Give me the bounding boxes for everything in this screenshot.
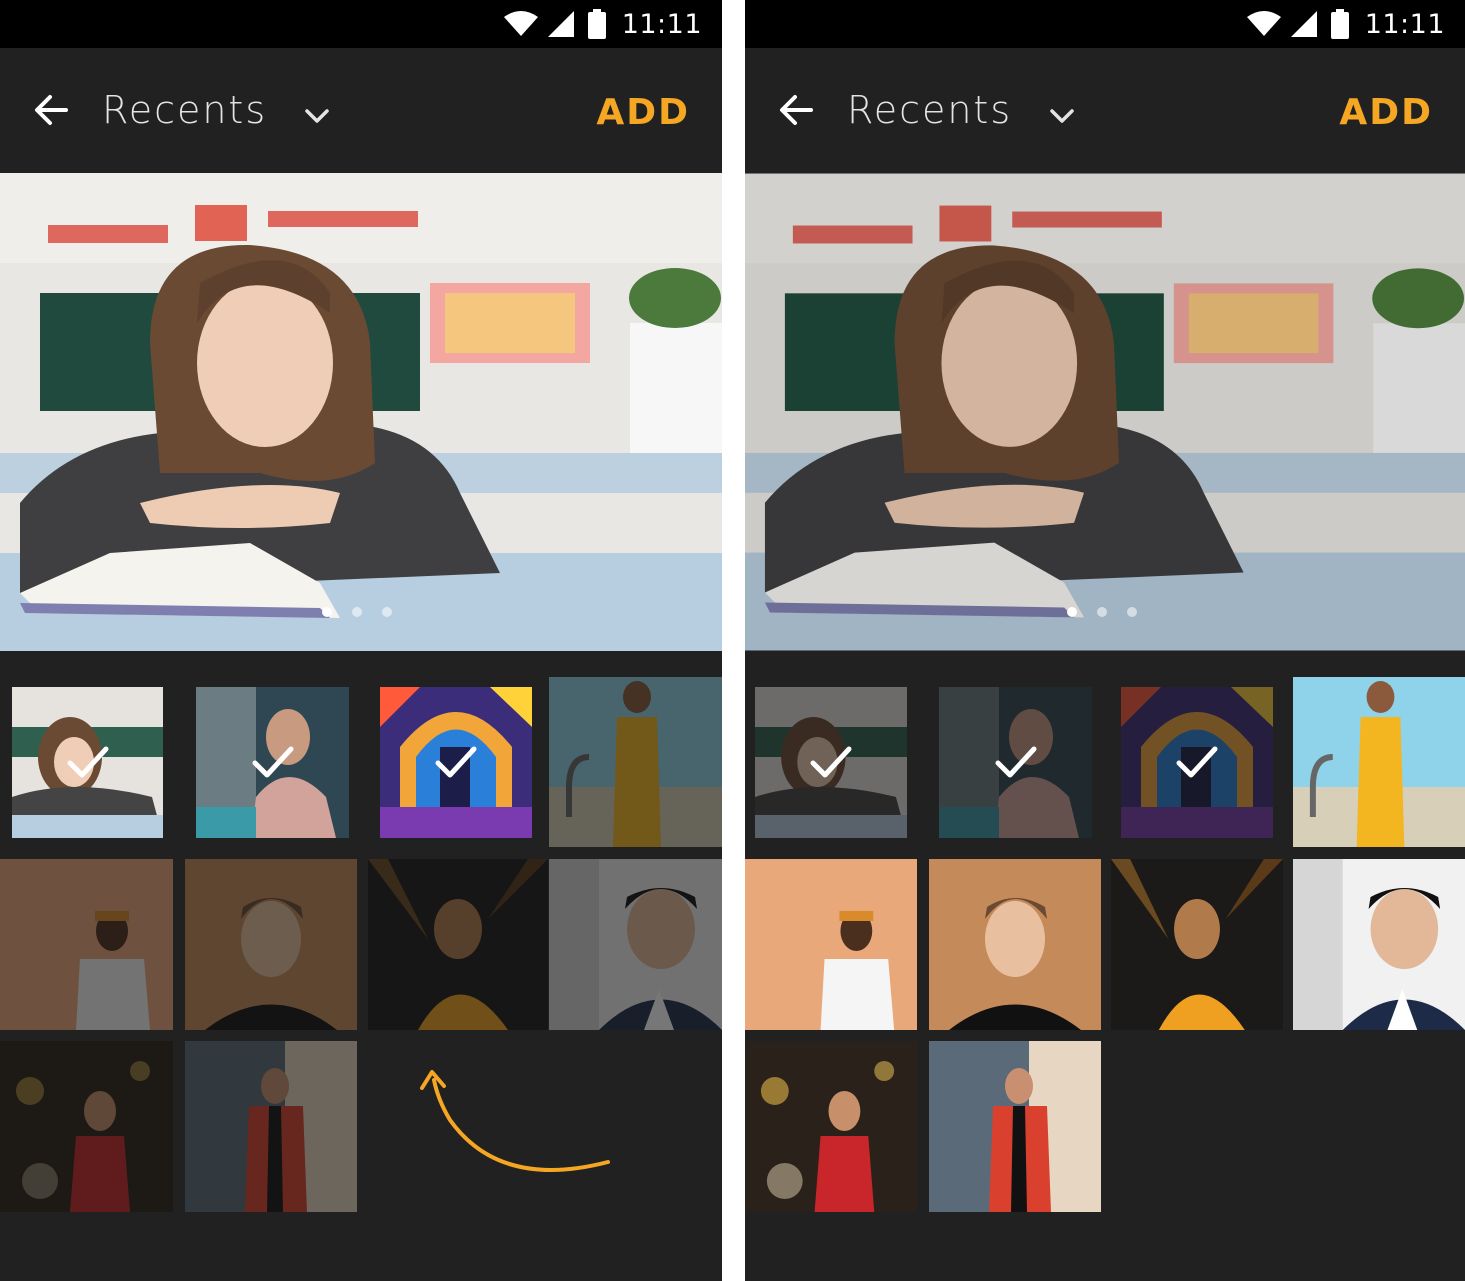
cell-signal-icon (1290, 11, 1317, 37)
chevron-down-icon[interactable] (1045, 102, 1079, 130)
photo-thumbnail[interactable] (368, 859, 548, 1030)
photo-thumbnail[interactable] (1293, 859, 1465, 1030)
status-time: 11:11 (621, 8, 702, 40)
preview-image[interactable] (0, 173, 722, 651)
photo-thumbnail[interactable] (185, 859, 357, 1030)
status-bar: 11:11 (0, 0, 722, 48)
photo-thumbnail[interactable] (549, 859, 722, 1030)
dim-overlay (0, 859, 173, 1030)
photo-thumbnail[interactable] (745, 859, 917, 1030)
photo-thumbnail[interactable] (185, 1041, 357, 1212)
checkmark-icon (995, 746, 1036, 777)
checkmark-icon (1176, 746, 1218, 777)
photo-thumbnail[interactable] (929, 1041, 1101, 1212)
checkmark-icon (252, 746, 293, 777)
battery-icon (1330, 9, 1349, 39)
status-time: 11:11 (1364, 8, 1445, 40)
photo-thumbnail[interactable] (929, 859, 1101, 1030)
checkmark-icon (810, 746, 852, 777)
photo-thumbnail[interactable] (549, 677, 722, 847)
add-button[interactable]: ADD (596, 92, 690, 133)
page-dot (382, 607, 392, 617)
classroom-photo (745, 173, 1465, 651)
photo-thumbnail-selected[interactable] (380, 687, 532, 838)
page-indicator (322, 607, 392, 617)
cell-signal-icon (547, 11, 574, 37)
phone-screen-after: 11:11 Recents ADD (745, 0, 1465, 1281)
photo-thumbnail-selected[interactable] (196, 687, 349, 838)
classroom-photo (0, 173, 722, 651)
curved-arrow-annotation (420, 1070, 610, 1172)
photo-thumbnail-selected[interactable] (755, 687, 907, 838)
page-dot (1097, 607, 1107, 617)
dim-overlay (0, 1041, 173, 1212)
back-arrow-icon[interactable] (26, 86, 80, 134)
phone-screen-before: 11:11 Recents ADD (0, 0, 722, 1281)
page-indicator (1067, 607, 1137, 617)
photo-thumbnail[interactable] (1293, 677, 1465, 847)
app-bar: Recents ADD (745, 48, 1465, 173)
album-title[interactable]: Recents (102, 88, 267, 132)
photo-thumbnail[interactable] (745, 1041, 917, 1212)
photo-thumbnail[interactable] (0, 1041, 173, 1212)
dim-overlay (368, 859, 548, 1030)
wifi-icon (1246, 11, 1281, 36)
page-dot-active (1067, 607, 1077, 617)
add-button[interactable]: ADD (1339, 92, 1433, 133)
preview-image[interactable] (745, 173, 1465, 651)
dim-overlay (185, 1041, 357, 1212)
photo-thumbnail-selected[interactable] (12, 687, 163, 838)
photo-thumbnail[interactable] (0, 859, 173, 1030)
dim-overlay (549, 859, 722, 1030)
photo-thumbnail-selected[interactable] (939, 687, 1092, 838)
photo-thumbnail[interactable] (1111, 859, 1283, 1030)
back-arrow-icon[interactable] (771, 86, 825, 134)
page-dot (352, 607, 362, 617)
checkmark-icon (435, 746, 477, 777)
dim-overlay (185, 859, 357, 1030)
page-dot-active (322, 607, 332, 617)
album-title[interactable]: Recents (847, 88, 1012, 132)
photo-thumbnail-selected[interactable] (1121, 687, 1273, 838)
status-bar: 11:11 (745, 0, 1465, 48)
page-dot (1127, 607, 1137, 617)
wifi-icon (503, 11, 538, 36)
chevron-down-icon[interactable] (300, 102, 334, 130)
battery-icon (587, 9, 606, 39)
app-bar: Recents ADD (0, 48, 722, 173)
dim-overlay (549, 677, 722, 847)
checkmark-icon (67, 746, 108, 777)
